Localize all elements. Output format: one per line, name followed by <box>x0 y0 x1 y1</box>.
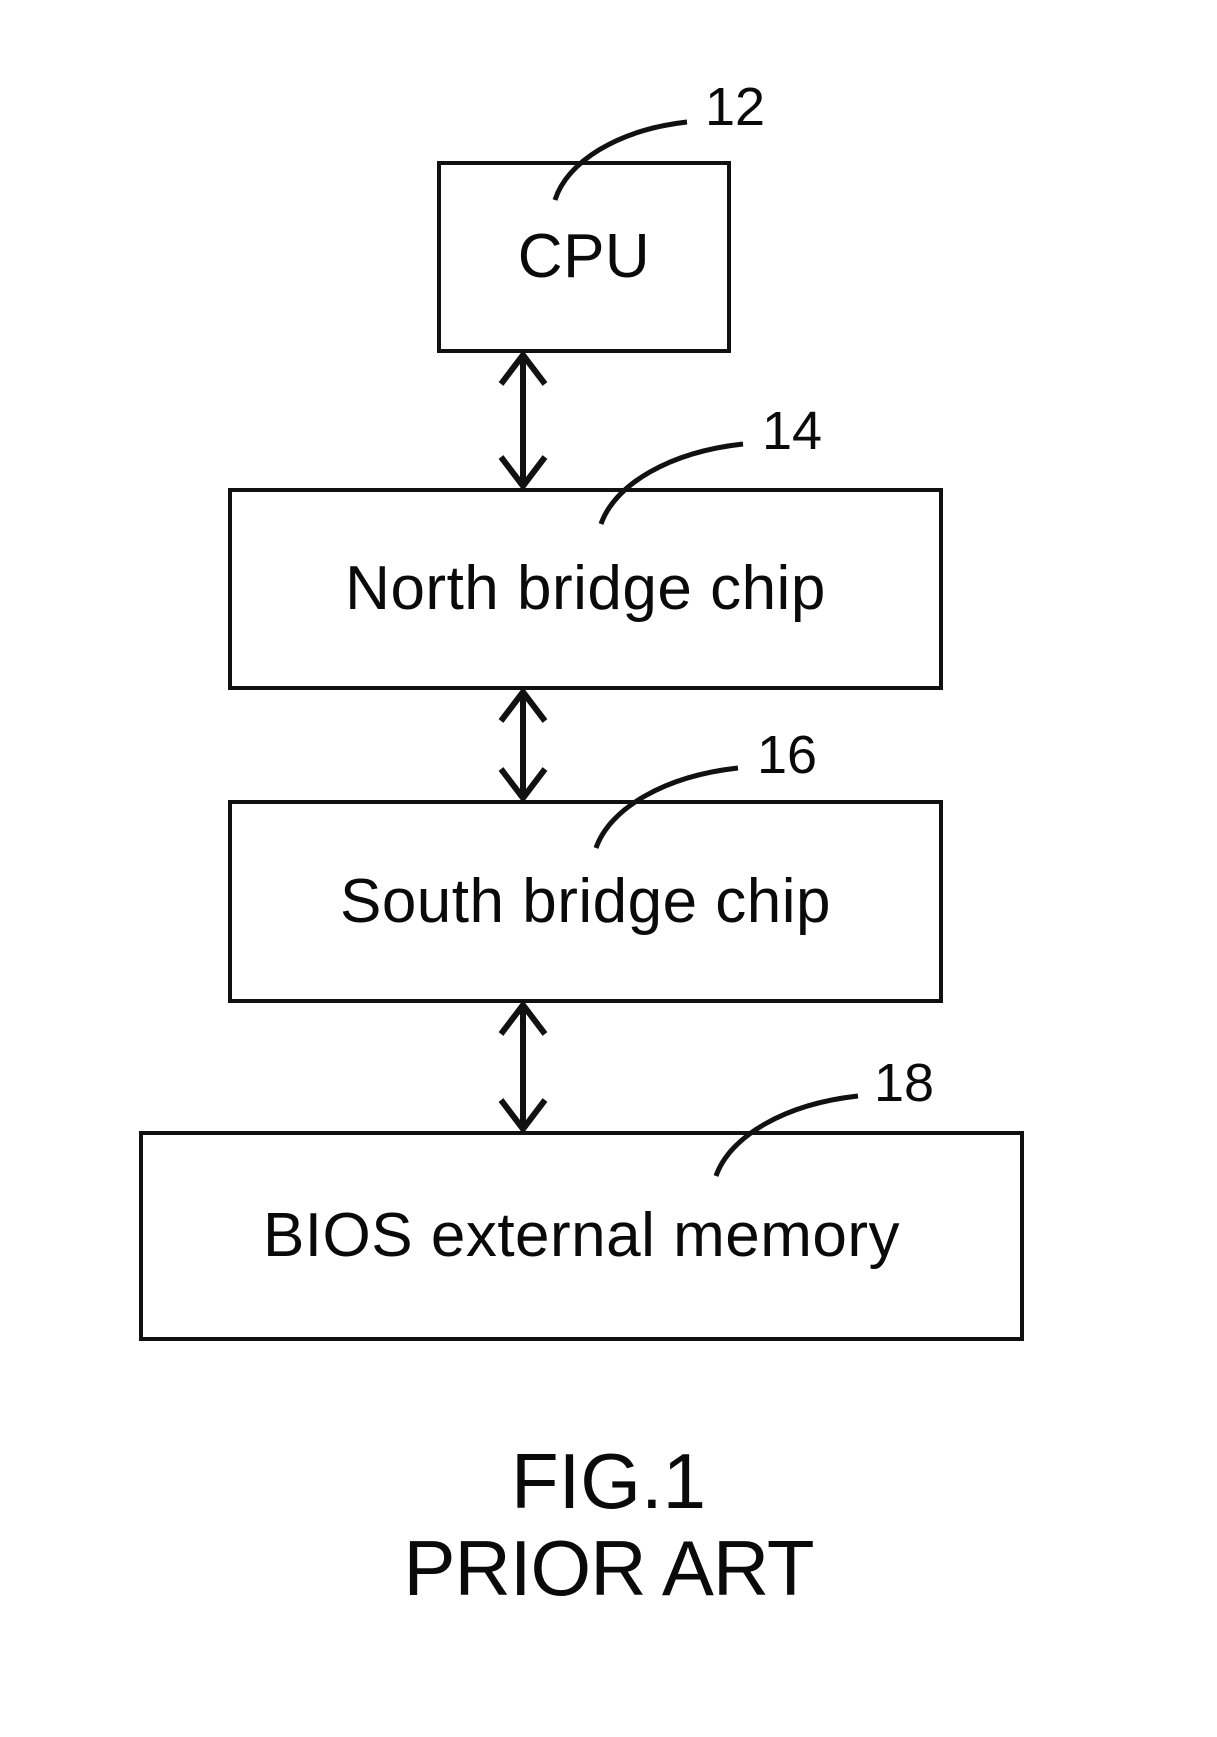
block-cpu-label: CPU <box>517 222 651 291</box>
figure-caption-title: FIG.1 <box>510 1437 707 1525</box>
connector-cpu-north-bridge <box>487 352 559 489</box>
block-bios-external-memory: BIOS external memory <box>139 1131 1024 1341</box>
block-south-bridge-chip-label: South bridge chip <box>339 866 832 936</box>
double-headed-arrow-icon <box>498 1002 548 1132</box>
patent-figure-page: CPU North bridge chip South bridge chip … <box>0 0 1217 1737</box>
block-cpu: CPU <box>437 161 731 353</box>
connector-south-bridge-bios-memory <box>487 1002 559 1132</box>
block-north-bridge-chip: North bridge chip <box>228 488 943 690</box>
reference-numeral-16: 16 <box>757 725 818 785</box>
double-headed-arrow-icon <box>498 352 548 489</box>
block-north-bridge-chip-label: North bridge chip <box>345 554 826 623</box>
figure-caption-subtitle: PRIOR ART <box>403 1524 815 1613</box>
block-south-bridge-chip: South bridge chip <box>228 800 943 1003</box>
figure-caption: FIG.1 PRIOR ART <box>0 1437 1217 1613</box>
reference-numeral-18: 18 <box>874 1053 935 1113</box>
reference-numeral-12: 12 <box>705 77 766 137</box>
connector-north-bridge-south-bridge <box>487 689 559 801</box>
double-headed-arrow-icon <box>498 689 548 801</box>
reference-numeral-14: 14 <box>762 401 823 461</box>
block-bios-external-memory-label: BIOS external memory <box>262 1201 901 1270</box>
